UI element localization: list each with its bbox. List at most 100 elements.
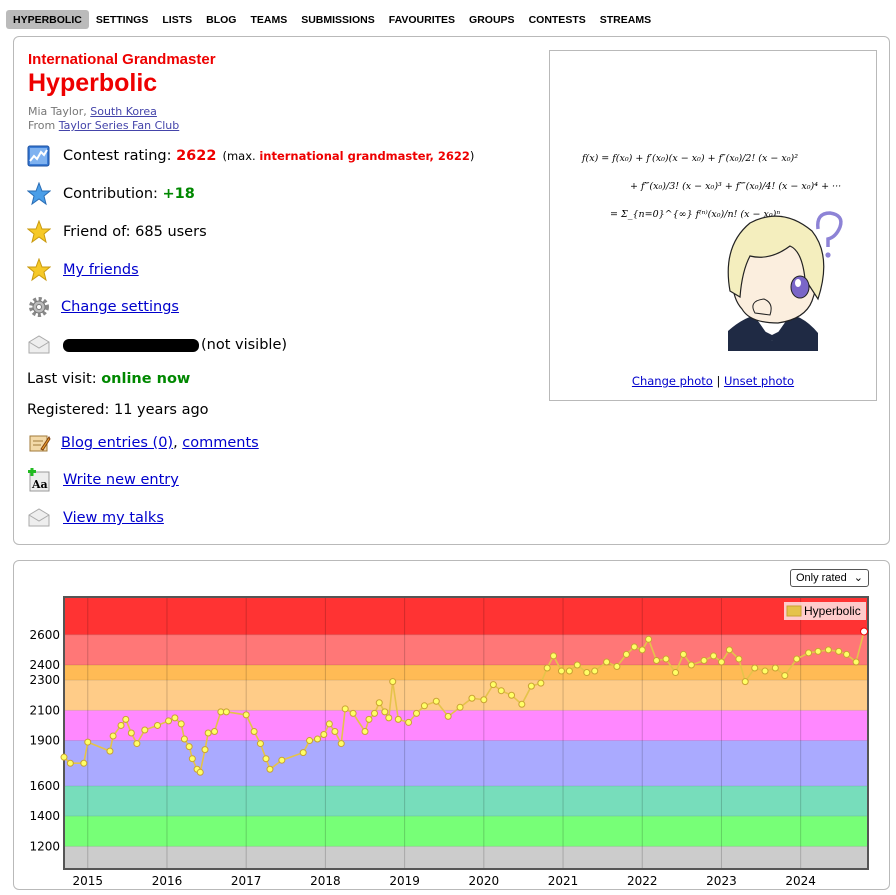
rating-point (394, 715, 402, 723)
nav-item-teams[interactable]: TEAMS (243, 10, 294, 29)
formula-line-3: = Σ_{n=0}^{∞} f⁽ⁿ⁾(x₀)/n! (x − x₀)ⁿ. (610, 209, 783, 220)
rating-point (420, 702, 428, 710)
y-tick-label: 1600 (29, 779, 60, 793)
y-tick-label: 1900 (29, 734, 60, 748)
rating-point (771, 664, 779, 672)
x-tick-label: 2022 (627, 874, 658, 888)
x-tick-label: 2019 (389, 874, 420, 888)
view-my-talks-link[interactable]: View my talks (63, 510, 164, 526)
change-photo-link[interactable]: Change photo (632, 374, 713, 388)
rating-point (375, 699, 383, 707)
from-label: From (28, 119, 56, 132)
friend-of-row: Friend of: 685 users (26, 219, 207, 244)
rating-point (824, 646, 832, 654)
comments-link[interactable]: comments (182, 435, 258, 451)
unset-photo-link[interactable]: Unset photo (724, 374, 794, 388)
nav-item-favourites[interactable]: FAVOURITES (382, 10, 462, 29)
rating-point (860, 627, 869, 636)
rating-band-1050 (64, 846, 868, 869)
rating-point (211, 727, 219, 735)
gold-star-icon (26, 257, 52, 282)
blog-entries-link[interactable]: Blog entries (0) (61, 435, 173, 451)
profile-photo: f(x) = f(x₀) + f′(x₀)(x − x₀) + f″(x₀)/2… (581, 153, 843, 351)
rating-point (106, 747, 114, 755)
rating-point (266, 765, 274, 773)
rating-point (527, 682, 535, 690)
x-tick-label: 2020 (469, 874, 500, 888)
rating-band-2100 (64, 680, 868, 711)
envelope-icon (27, 506, 51, 530)
rating-point (337, 740, 345, 748)
rating-point (741, 678, 749, 686)
nav-item-streams[interactable]: STREAMS (593, 10, 658, 29)
rating-point (679, 650, 687, 658)
nav-item-submissions[interactable]: SUBMISSIONS (294, 10, 382, 29)
change-settings-link[interactable]: Change settings (61, 299, 179, 315)
write-new-entry-link[interactable]: Write new entry (63, 472, 179, 488)
contest-rating-row: Contest rating: 2622 (max. international… (27, 144, 474, 168)
rating-point (171, 714, 179, 722)
rating-point (242, 711, 250, 719)
my-friends-link[interactable]: My friends (63, 262, 139, 278)
rating-point (603, 658, 611, 666)
rating-point (805, 649, 813, 657)
rating-point (185, 743, 193, 751)
rating-point (480, 696, 488, 704)
user-handle: Hyperbolic (28, 69, 158, 97)
character-illustration (727, 211, 843, 351)
nav-item-settings[interactable]: SETTINGS (89, 10, 156, 29)
rating-point (412, 709, 420, 717)
rating-point (385, 714, 393, 722)
email-row: (not visible) (27, 333, 287, 357)
nav-item-lists[interactable]: LISTS (155, 10, 199, 29)
friend-of-text: Friend of: 685 users (63, 224, 207, 240)
nav-item-hyperbolic[interactable]: HYPERBOLIC (6, 9, 89, 29)
rating-point (700, 656, 708, 664)
rating-point (497, 687, 505, 695)
contest-rating-value: 2622 (176, 148, 217, 164)
talks-row: View my talks (27, 506, 164, 530)
rating-point (365, 715, 373, 723)
email-visibility: (not visible) (201, 337, 288, 353)
x-tick-label: 2016 (152, 874, 183, 888)
rating-point (66, 759, 74, 767)
rating-point (543, 664, 551, 672)
photo-links: Change photo | Unset photo (550, 374, 876, 388)
user-name: Mia Taylor (28, 105, 84, 118)
rating-point (278, 756, 286, 764)
nav-item-groups[interactable]: GROUPS (462, 10, 522, 29)
rating-point (537, 679, 545, 687)
nav-item-contests[interactable]: CONTESTS (522, 10, 593, 29)
legend-label: Hyperbolic (804, 604, 861, 618)
rating-point (687, 661, 695, 669)
rating-point (204, 729, 212, 737)
envelope-icon (27, 333, 51, 357)
country-link[interactable]: South Korea (90, 105, 157, 118)
user-meta: Mia Taylor, South Korea From Taylor Seri… (28, 105, 180, 132)
rating-band-2400 (64, 634, 868, 665)
registered-text: Registered: 11 years ago (27, 402, 209, 418)
rating-point (349, 709, 357, 717)
organization-link[interactable]: Taylor Series Fan Club (59, 119, 180, 132)
rating-point (122, 715, 130, 723)
rating-point (573, 661, 581, 669)
rating-point (141, 726, 149, 734)
write-entry-row: Aa Write new entry (27, 468, 179, 492)
rating-point (751, 664, 759, 672)
rating-chart: 2015 2016 2017 2018 2019 2020 2021 2022 2023 2024… (29, 596, 869, 888)
rating-point (456, 703, 464, 711)
profile-photo-box: f(x) = f(x₀) + f′(x₀)(x − x₀) + f″(x₀)/2… (549, 50, 877, 401)
rating-point (331, 727, 339, 735)
rating-point (177, 720, 185, 728)
rating-point (222, 708, 230, 716)
rating-point (262, 755, 270, 763)
gold-star-icon (26, 219, 52, 244)
blue-star-icon (26, 181, 52, 206)
rating-point (725, 646, 733, 654)
rating-point (341, 705, 349, 713)
y-tick-label: 2600 (29, 628, 60, 642)
rating-point (550, 652, 558, 660)
nav-item-blog[interactable]: BLOG (199, 10, 243, 29)
photo-separator: | (716, 374, 721, 388)
rating-chart-icon (27, 144, 51, 168)
